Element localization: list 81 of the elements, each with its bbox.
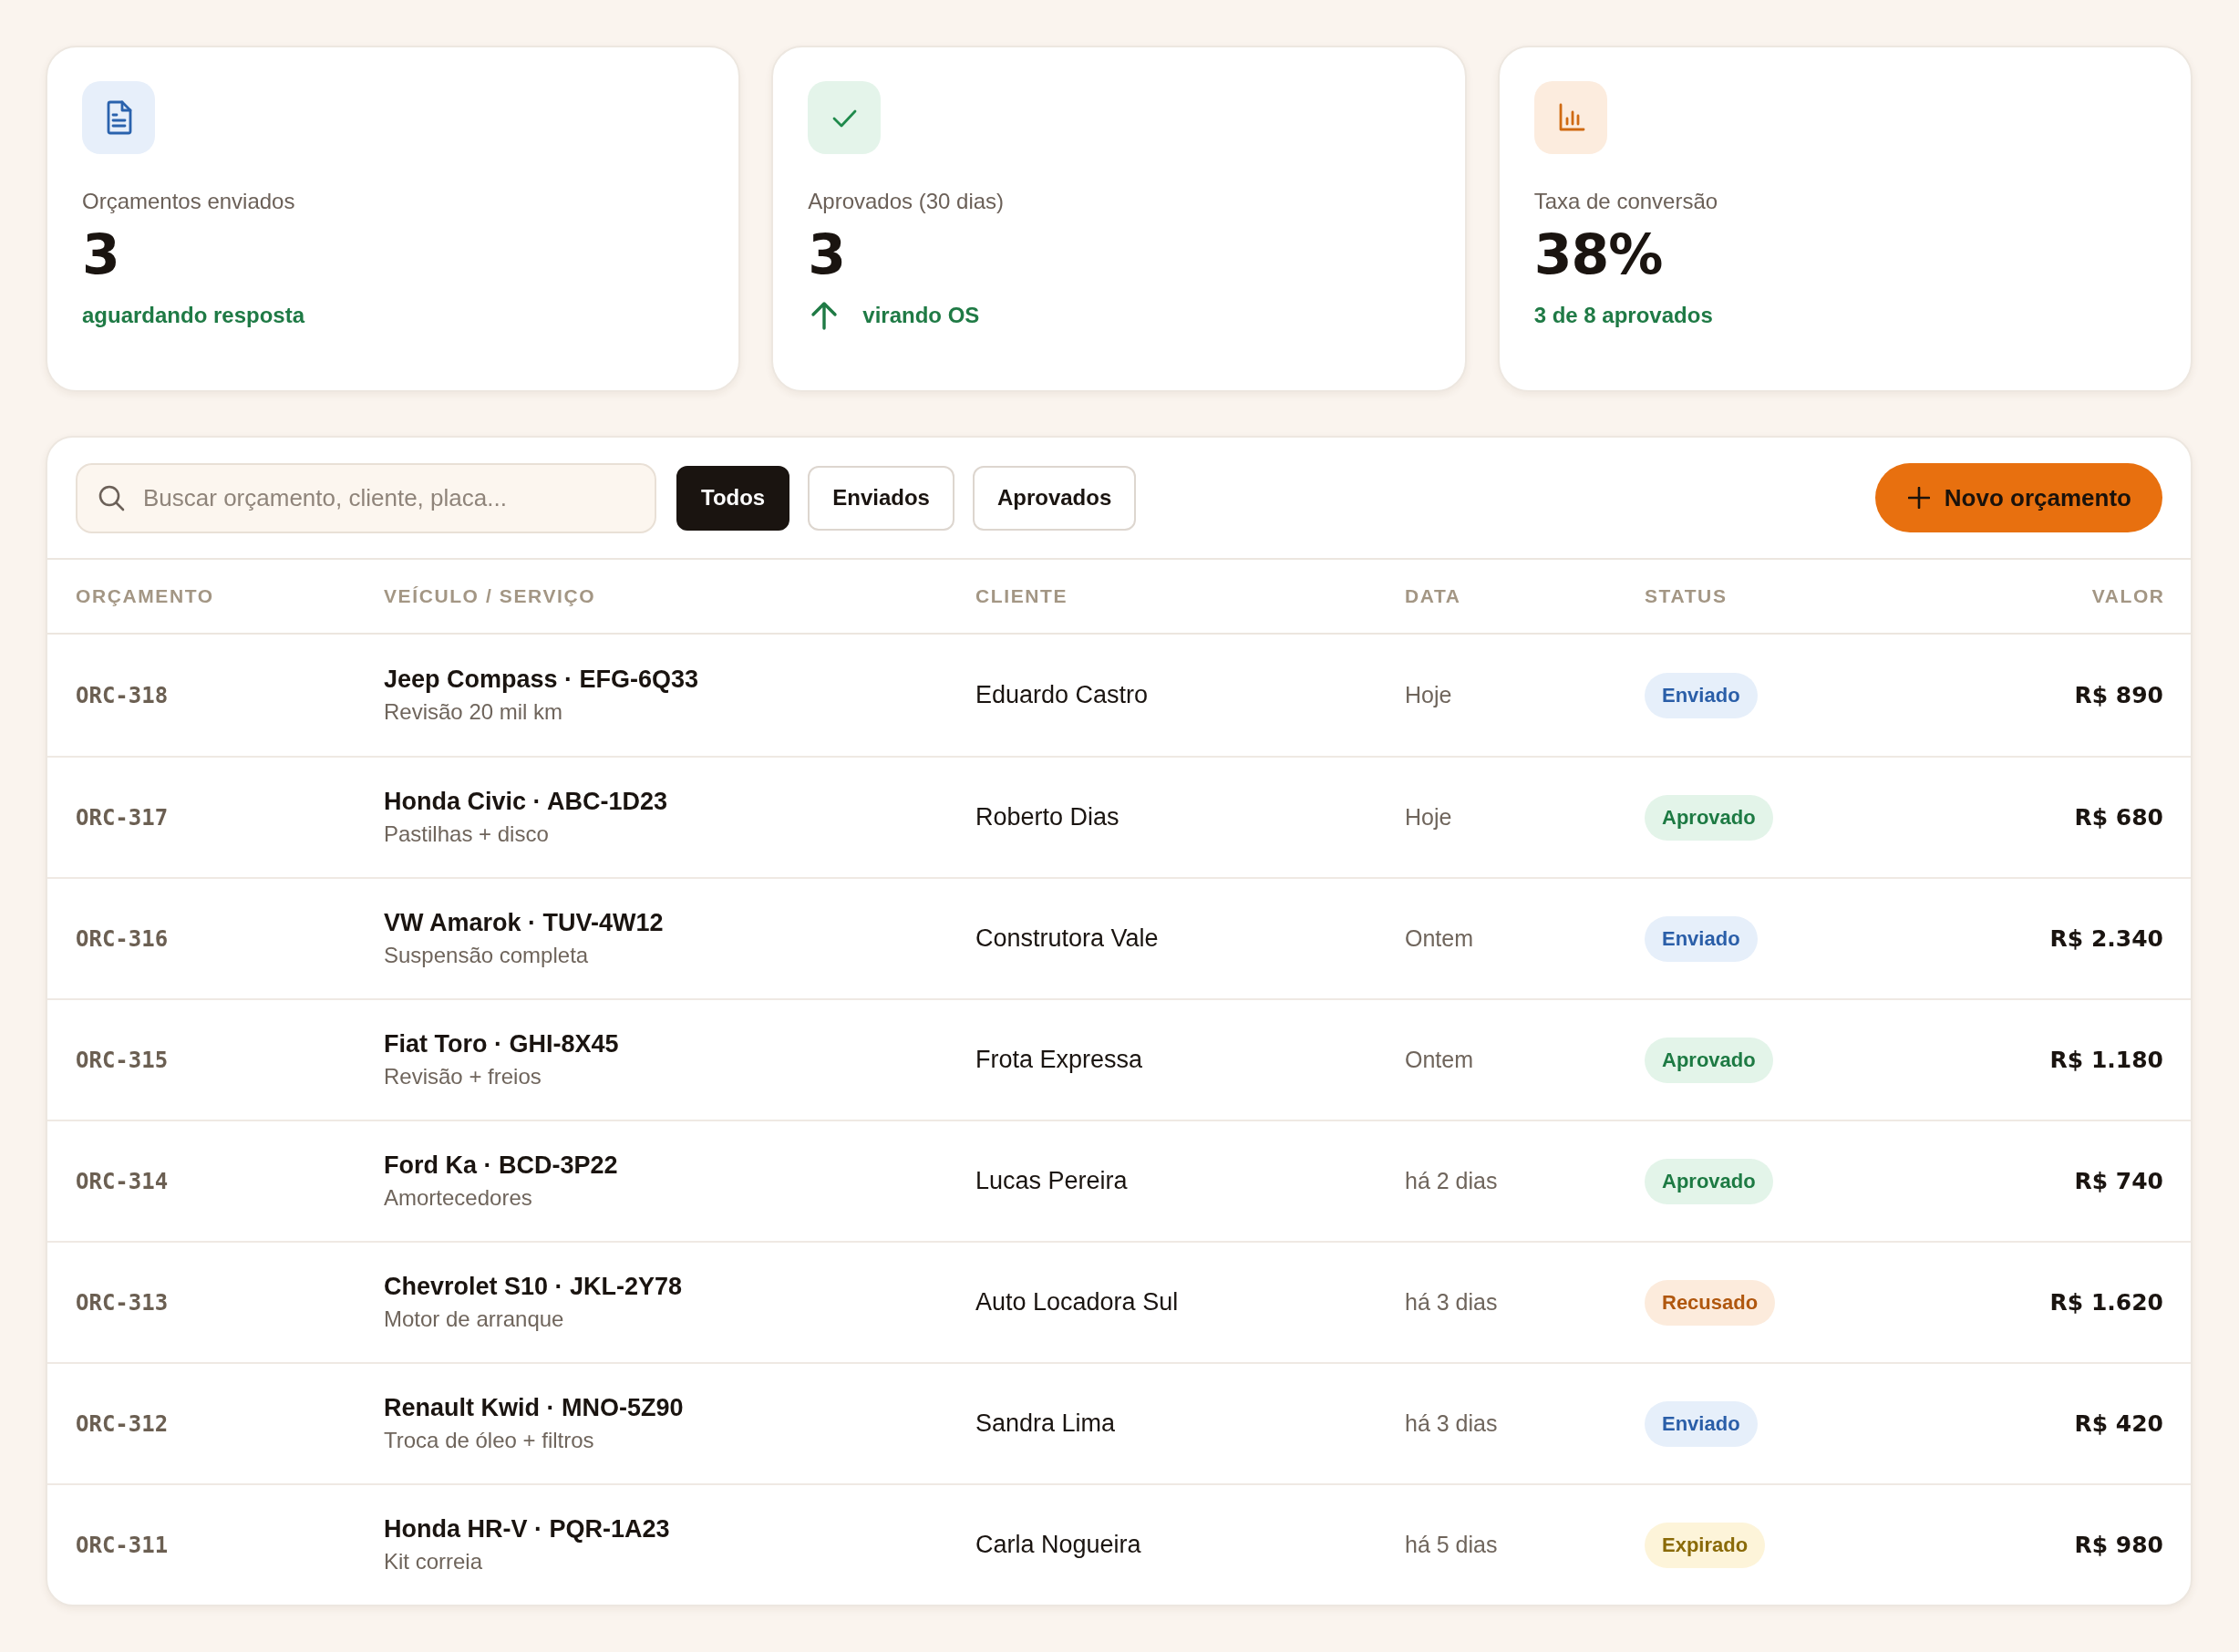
quote-id: ORC-315 — [76, 1047, 169, 1073]
vehicle-name: Renault Kwid · MNO-5Z90 — [384, 1394, 684, 1422]
client-name: Construtora Vale — [975, 924, 1159, 953]
client-name: Frota Expressa — [975, 1046, 1143, 1074]
service-description: Pastilhas + disco — [384, 821, 549, 847]
stat-note: aguardando resposta — [82, 302, 305, 329]
column-header: STATUS — [1645, 585, 1728, 607]
plus-icon — [1907, 487, 1930, 509]
quote-id: ORC-312 — [76, 1410, 169, 1437]
quote-id: ORC-317 — [76, 804, 169, 831]
price-text: R$ 420 — [2074, 1410, 2163, 1437]
filter-tab[interactable]: Todos — [676, 465, 790, 531]
quote-id: ORC-314 — [76, 1168, 169, 1194]
client-name: Lucas Pereira — [975, 1167, 1128, 1195]
vehicle-name: Honda Civic · ABC-1D23 — [384, 788, 668, 816]
date-text: Hoje — [1405, 804, 1452, 831]
stat-label: Aprovados (30 dias) — [808, 188, 1006, 215]
column-header: ORÇAMENTO — [76, 585, 214, 607]
vehicle-name: Jeep Compass · EFG-6Q33 — [384, 666, 699, 694]
vehicle-name: Fiat Toro · GHI-8X45 — [384, 1030, 619, 1058]
filter-tab[interactable]: Enviados — [808, 465, 954, 531]
date-text: há 2 dias — [1405, 1168, 1498, 1194]
search-icon — [98, 483, 125, 511]
client-name: Auto Locadora Sul — [975, 1288, 1179, 1316]
quote-id: ORC-318 — [76, 682, 169, 708]
status-badge: Aprovado — [1645, 794, 1773, 841]
column-header: DATA — [1405, 585, 1461, 607]
price-text: R$ 740 — [2074, 1168, 2163, 1194]
stat-note: 3 de 8 aprovados — [1533, 302, 1713, 329]
quote-id: ORC-313 — [76, 1289, 169, 1316]
service-description: Amortecedores — [384, 1185, 532, 1211]
client-name: Carla Nogueira — [975, 1531, 1141, 1559]
stat-note: virando OS — [862, 302, 980, 329]
stat-value: 3 — [82, 226, 120, 283]
search-field[interactable]: Buscar orçamento, cliente, placa... — [76, 462, 656, 533]
column-header: VEÍCULO / SERVIÇO — [384, 585, 596, 607]
vehicle-name: VW Amarok · TUV-4W12 — [384, 909, 664, 937]
price-text: R$ 890 — [2074, 682, 2163, 708]
status-badge: Recusado — [1645, 1279, 1776, 1326]
quote-id: ORC-311 — [76, 1532, 169, 1558]
date-text: Hoje — [1405, 682, 1452, 708]
price-text: R$ 1.180 — [2049, 1047, 2163, 1073]
stat-value: 3 — [808, 226, 847, 283]
new-quote-button[interactable]: Novo orçamento — [1874, 463, 2162, 532]
date-text: há 3 dias — [1405, 1410, 1498, 1437]
column-header: CLIENTE — [975, 585, 1068, 607]
price-text: R$ 2.340 — [2049, 925, 2163, 952]
date-text: Ontem — [1405, 925, 1474, 952]
bar-chart-icon — [1533, 81, 1607, 154]
vehicle-name: Ford Ka · BCD-3P22 — [384, 1151, 618, 1180]
check-icon — [808, 81, 882, 154]
stat-value: 38% — [1533, 226, 1664, 283]
price-text: R$ 1.620 — [2049, 1289, 2163, 1316]
stat-label: Orçamentos enviados — [82, 188, 296, 215]
service-description: Revisão 20 mil km — [384, 699, 563, 725]
date-text: há 3 dias — [1405, 1289, 1498, 1316]
stat-label: Taxa de conversão — [1533, 188, 1719, 215]
service-description: Motor de arranque — [384, 1306, 564, 1332]
status-badge: Expirado — [1645, 1522, 1766, 1568]
client-name: Eduardo Castro — [975, 681, 1149, 709]
date-text: Ontem — [1405, 1047, 1474, 1073]
status-badge: Enviado — [1645, 672, 1758, 718]
column-header: VALOR — [2091, 585, 2165, 607]
status-badge: Enviado — [1645, 1400, 1758, 1447]
service-description: Revisão + freios — [384, 1064, 542, 1089]
client-name: Roberto Dias — [975, 803, 1120, 831]
status-badge: Enviado — [1645, 915, 1758, 962]
filter-tab[interactable]: Aprovados — [972, 465, 1137, 531]
document-icon — [82, 81, 155, 154]
price-text: R$ 680 — [2074, 804, 2163, 831]
vehicle-name: Honda HR-V · PQR-1A23 — [384, 1515, 670, 1544]
service-description: Troca de óleo + filtros — [384, 1428, 594, 1453]
status-badge: Aprovado — [1645, 1037, 1773, 1083]
price-text: R$ 980 — [2074, 1532, 2163, 1558]
quote-id: ORC-316 — [76, 925, 169, 952]
service-description: Suspensão completa — [384, 943, 589, 968]
service-description: Kit correia — [384, 1549, 483, 1575]
client-name: Sandra Lima — [975, 1409, 1116, 1438]
vehicle-name: Chevrolet S10 · JKL-2Y78 — [384, 1273, 683, 1301]
status-badge: Aprovado — [1645, 1158, 1773, 1204]
date-text: há 5 dias — [1405, 1532, 1498, 1558]
